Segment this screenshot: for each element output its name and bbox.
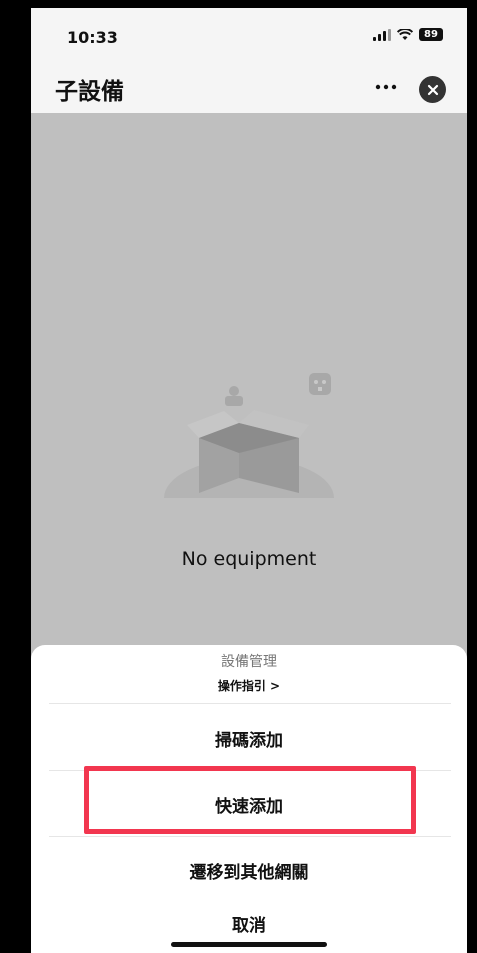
empty-state-text: No equipment [181,548,317,570]
divider [49,703,451,704]
ellipsis-icon [375,84,397,90]
migrate-to-other-gateway-option[interactable]: 遷移到其他網關 [31,838,467,902]
status-bar: 10:33 89 [31,8,467,66]
empty-box-illustration [164,373,334,498]
divider [49,836,451,837]
status-time: 10:33 [67,28,118,47]
page-title: 子設備 [55,79,124,105]
cancel-area: 取消 [31,905,467,953]
cancel-button[interactable]: 取消 [31,911,467,941]
action-sheet: 設備管理 操作指引 > 掃碼添加 快速添加 遷移到其他網關 [31,645,467,905]
more-options-button[interactable] [371,72,401,102]
header: 子設備 [31,66,467,113]
wifi-icon [397,28,413,40]
operation-guide-link[interactable]: 操作指引 > [31,677,467,694]
close-button[interactable] [419,76,446,103]
battery-icon: 89 [419,28,443,41]
cellular-signal-icon [373,28,391,41]
status-icons: 89 [373,28,443,41]
scan-code-add-option[interactable]: 掃碼添加 [31,706,467,770]
sheet-title: 設備管理 [221,654,277,670]
home-indicator [171,942,327,947]
close-icon [427,84,438,95]
phone-screen: 10:33 89 子設備 No equipment 設備管理 操作指引 > 掃碼… [31,8,467,953]
highlight-annotation [84,766,416,834]
